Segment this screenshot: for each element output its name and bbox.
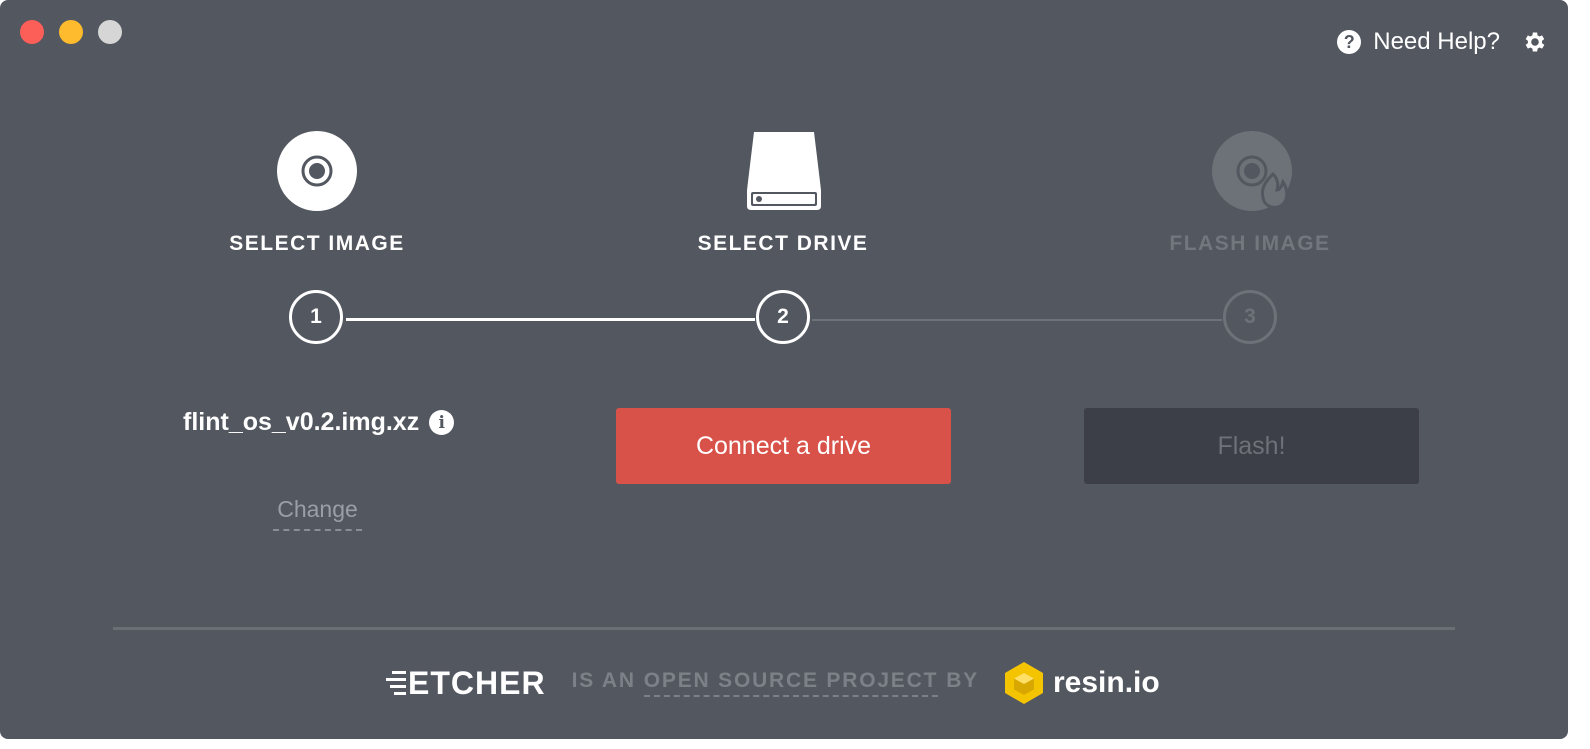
step-number-2: 2 — [756, 290, 810, 344]
image-filename: flint_os_v0.2.img.xz — [183, 408, 420, 436]
footer: ETCHER IS AN OPEN SOURCE PROJECT BY resi… — [386, 660, 1160, 706]
question-circle-icon: ? — [1337, 30, 1362, 54]
connect-drive-button[interactable]: Connect a drive — [616, 408, 951, 484]
resin-brand: resin.io — [1053, 666, 1160, 699]
etcher-brand: ETCHER — [408, 664, 546, 701]
window-controls — [20, 20, 122, 44]
step-title-select-image: SELECT IMAGE — [229, 232, 405, 255]
speed-lines-icon — [386, 671, 406, 695]
resin-logo-link[interactable]: resin.io — [1003, 661, 1160, 705]
footer-text-suffix: BY — [946, 669, 979, 692]
open-source-link[interactable]: OPEN SOURCE PROJECT — [643, 669, 939, 697]
step-title-flash-image: FLASH IMAGE — [1169, 232, 1331, 255]
drive-icon[interactable] — [744, 130, 824, 212]
disc-icon[interactable] — [276, 130, 358, 212]
flash-disc-icon — [1212, 131, 1292, 211]
selected-image: flint_os_v0.2.img.xz i — [183, 408, 455, 437]
step-title-select-drive: SELECT DRIVE — [697, 232, 869, 255]
resin-cube-icon — [1005, 662, 1043, 704]
etcher-window: ? Need Help? SELECT IMAGE SELECT DRIVE F… — [0, 0, 1568, 739]
step-number-1: 1 — [289, 290, 343, 344]
change-image-link[interactable]: Change — [273, 496, 362, 531]
etcher-logo[interactable]: ETCHER — [386, 665, 546, 702]
progress-track-completed — [346, 318, 755, 321]
footer-tagline: IS AN OPEN SOURCE PROJECT BY — [572, 669, 979, 697]
header-actions: ? Need Help? — [1337, 28, 1548, 56]
minimize-window-button[interactable] — [59, 20, 83, 44]
step-number-3: 3 — [1223, 290, 1277, 344]
need-help-label: Need Help? — [1373, 28, 1500, 55]
info-icon[interactable]: i — [429, 410, 455, 435]
maximize-window-button[interactable] — [98, 20, 122, 44]
need-help-link[interactable]: ? Need Help? — [1337, 28, 1500, 56]
gear-icon[interactable] — [1522, 29, 1548, 55]
close-window-button[interactable] — [20, 20, 44, 44]
progress-track-pending — [812, 319, 1222, 321]
footer-divider — [113, 627, 1455, 630]
flash-button[interactable]: Flash! — [1084, 408, 1419, 484]
footer-text-prefix: IS AN — [571, 669, 636, 692]
